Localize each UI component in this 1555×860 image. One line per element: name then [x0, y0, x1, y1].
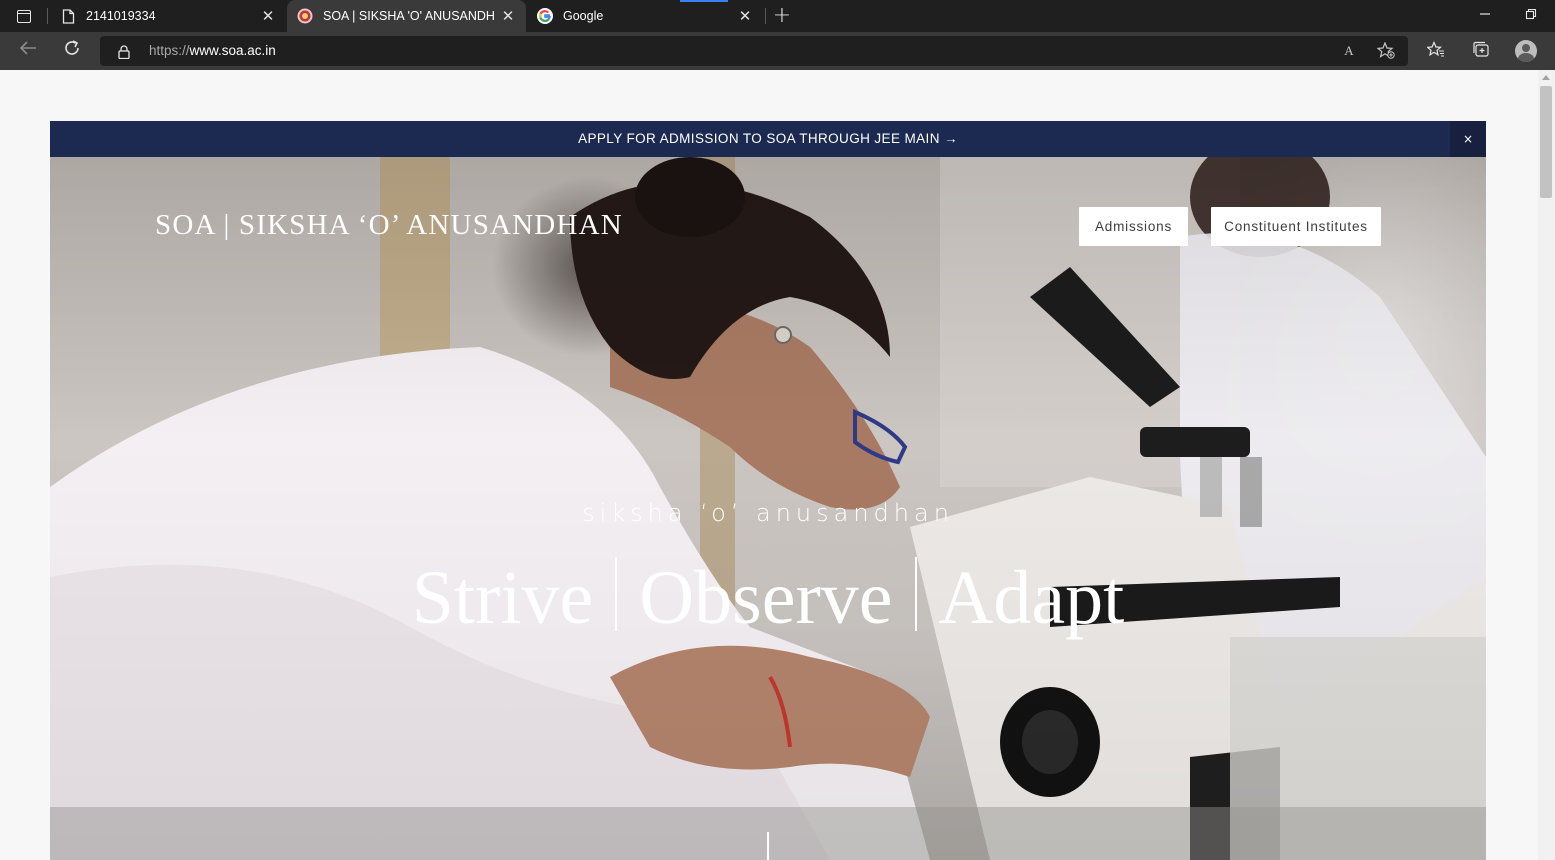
scroll-down-indicator[interactable]	[767, 832, 769, 860]
soa-favicon	[297, 8, 313, 24]
url-scheme: https://	[149, 43, 190, 58]
read-aloud-icon[interactable]: A	[1339, 42, 1359, 60]
tab-separator	[47, 8, 48, 24]
lock-icon[interactable]	[118, 44, 130, 60]
new-tab-button[interactable]: +	[770, 5, 794, 27]
close-announcement-button[interactable]: ×	[1450, 121, 1486, 157]
tab-soa[interactable]: SOA | SIKSHA 'O' ANUSANDHAN ✕	[287, 0, 526, 32]
motto-word-observe: Observe	[639, 556, 893, 640]
back-button[interactable]	[14, 39, 42, 63]
scrollbar-thumb[interactable]	[1540, 86, 1552, 198]
admissions-button[interactable]: Admissions	[1079, 207, 1188, 246]
address-bar[interactable]: https://www.soa.ac.in A	[100, 36, 1408, 66]
profile-avatar[interactable]	[1515, 40, 1537, 62]
tab-actions-icon	[17, 9, 31, 23]
scroll-up-arrow-icon[interactable]	[1542, 75, 1550, 80]
motto-word-adapt: Adapt	[938, 556, 1125, 640]
close-tab-icon[interactable]: ✕	[500, 8, 516, 24]
url-host: www.soa.ac.in	[189, 43, 276, 58]
reload-icon	[65, 40, 79, 55]
motto-divider	[914, 557, 917, 631]
tab-google[interactable]: Google ✕	[527, 0, 763, 32]
tab-student-id[interactable]: 2141019334 ✕	[50, 0, 286, 32]
motto-divider	[615, 557, 618, 631]
browser-toolbar: https://www.soa.ac.in A	[0, 32, 1555, 70]
restore-button[interactable]	[1517, 6, 1545, 26]
hero-tagline: siksha ‘o’ anusandhan	[582, 499, 954, 527]
document-icon	[60, 8, 76, 24]
site-logo[interactable]: SOA | SIKSHA ‘O’ ANUSANDHAN	[155, 209, 623, 242]
tab-title: SOA | SIKSHA 'O' ANUSANDHAN	[323, 9, 494, 23]
tab-title: 2141019334	[86, 9, 156, 23]
close-tab-icon[interactable]: ✕	[737, 8, 753, 24]
tab-loading-indicator	[680, 0, 728, 2]
motto-word-strive: Strive	[411, 556, 594, 640]
announcement-link[interactable]: APPLY FOR ADMISSION TO SOA THROUGH JEE M…	[50, 121, 1486, 157]
tab-bar: 2141019334 ✕ SOA | SIKSHA 'O' ANUSANDHAN…	[0, 0, 1555, 32]
tab-title: Google	[563, 9, 604, 23]
url-text: https://www.soa.ac.in	[149, 43, 276, 58]
hero-section: SOA | SIKSHA ‘O’ ANUSANDHAN Admissions C…	[50, 157, 1486, 860]
admission-announcement-banner: APPLY FOR ADMISSION TO SOA THROUGH JEE M…	[50, 121, 1486, 157]
constituent-institutes-button[interactable]: Constituent Institutes	[1211, 207, 1381, 246]
google-favicon	[537, 8, 553, 24]
tab-separator	[765, 8, 766, 24]
minimize-button[interactable]	[1471, 6, 1499, 26]
favorites-icon[interactable]	[1425, 41, 1447, 61]
back-arrow-icon	[19, 41, 36, 55]
collections-icon[interactable]	[1470, 41, 1492, 61]
vertical-scrollbar[interactable]	[1538, 70, 1555, 860]
close-tab-icon[interactable]: ✕	[260, 8, 276, 24]
hero-motto: Strive Observe Adapt	[50, 555, 1486, 642]
tab-actions-menu-button[interactable]	[8, 6, 40, 26]
reload-button[interactable]	[58, 39, 86, 63]
add-favorite-icon[interactable]	[1376, 41, 1396, 60]
